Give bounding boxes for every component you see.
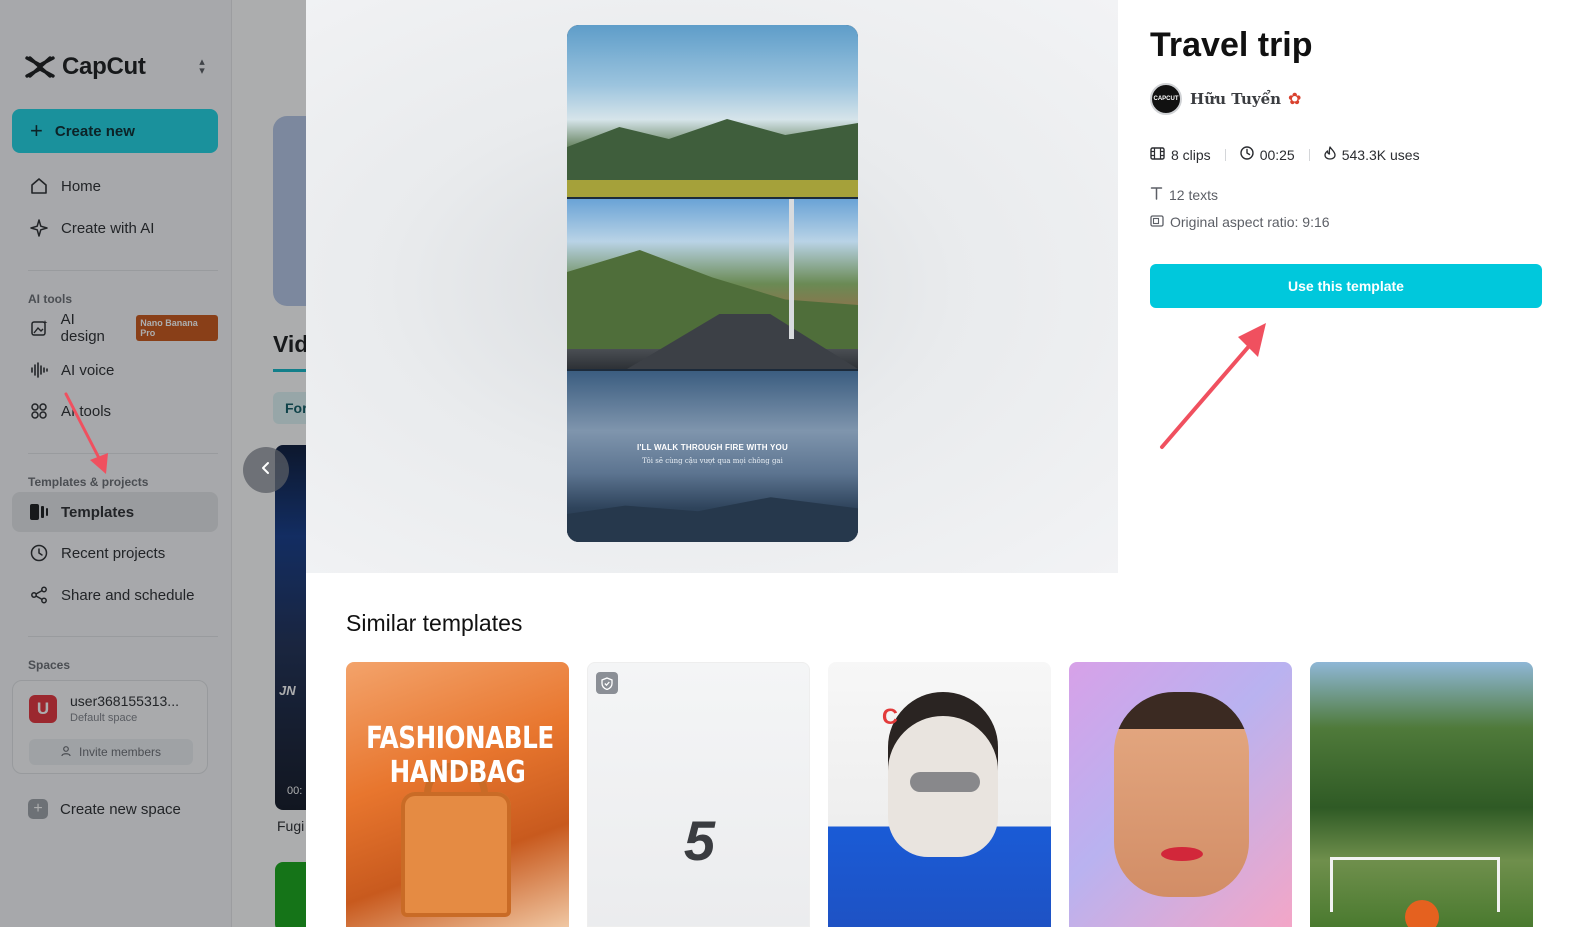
template-title: Travel trip bbox=[1150, 26, 1313, 64]
similar-template-card[interactable]: 5 bbox=[587, 662, 810, 927]
similar-template-card[interactable]: C bbox=[828, 662, 1051, 927]
duration-stat: 00:25 bbox=[1239, 146, 1295, 163]
template-stats: 8 clips 00:25 543.3K uses bbox=[1150, 146, 1420, 163]
preview-clip-sky: I'LL WALK THROUGH FIRE WITH YOU Tôi sẽ c… bbox=[567, 371, 858, 542]
previous-button[interactable] bbox=[243, 447, 289, 493]
template-preview-video[interactable]: I'LL WALK THROUGH FIRE WITH YOU Tôi sẽ c… bbox=[567, 25, 858, 542]
clock-icon bbox=[1239, 146, 1254, 163]
preview-caption-sub: Tôi sẽ cùng cậu vượt qua mọi chông gai bbox=[642, 457, 783, 465]
card-overlay-text: 5 bbox=[683, 809, 716, 872]
ball-shape bbox=[1405, 900, 1439, 927]
author-avatar[interactable]: CAPCUT bbox=[1150, 83, 1182, 115]
maple-leaf-icon: ✿ bbox=[1288, 91, 1302, 108]
aspect-ratio-row: Original aspect ratio: 9:16 bbox=[1150, 214, 1330, 230]
preview-caption-main: I'LL WALK THROUGH FIRE WITH YOU bbox=[637, 443, 788, 452]
text-icon bbox=[1150, 186, 1163, 203]
preview-clip-road bbox=[567, 199, 858, 369]
separator bbox=[1308, 148, 1310, 161]
flame-icon bbox=[1324, 146, 1336, 163]
film-icon bbox=[1150, 146, 1165, 163]
clips-stat: 8 clips bbox=[1150, 147, 1211, 163]
similar-template-card[interactable] bbox=[1069, 662, 1292, 927]
shield-icon bbox=[596, 672, 618, 694]
texts-count-row: 12 texts bbox=[1150, 186, 1218, 203]
card-overlay-text: C bbox=[882, 704, 898, 729]
uses-stat: 543.3K uses bbox=[1324, 146, 1420, 163]
use-this-template-button[interactable]: Use this template bbox=[1150, 264, 1542, 308]
duration-value: 00:25 bbox=[1259, 146, 1295, 163]
preview-area: I'LL WALK THROUGH FIRE WITH YOU Tôi sẽ c… bbox=[306, 0, 1118, 573]
aspect-ratio-value: Original aspect ratio: 9:16 bbox=[1170, 214, 1330, 230]
handbag-shape bbox=[401, 792, 511, 917]
portrait-shape bbox=[1114, 692, 1249, 897]
preview-clip-mountains bbox=[567, 25, 858, 197]
card-overlay-text: FASHIONABLE HANDBAG bbox=[366, 721, 554, 790]
similar-template-card[interactable] bbox=[1310, 662, 1533, 927]
hill-shape bbox=[567, 497, 858, 542]
similar-templates-title: Similar templates bbox=[346, 610, 523, 636]
chevron-left-icon bbox=[260, 461, 272, 480]
uses-count: 543.3K uses bbox=[1341, 146, 1420, 163]
field-shape bbox=[567, 180, 858, 197]
texts-count: 12 texts bbox=[1169, 186, 1219, 203]
sunglasses-shape bbox=[910, 772, 980, 792]
similar-template-card[interactable]: FASHIONABLE HANDBAG bbox=[346, 662, 569, 927]
lips-shape bbox=[1161, 847, 1203, 861]
author-name[interactable]: Hữu Tuyển bbox=[1190, 90, 1281, 108]
clips-count: 8 clips bbox=[1171, 146, 1211, 163]
template-detail-modal: I'LL WALK THROUGH FIRE WITH YOU Tôi sẽ c… bbox=[243, 0, 1583, 927]
aspect-ratio-icon bbox=[1150, 214, 1164, 230]
separator bbox=[1224, 148, 1226, 161]
utility-pole bbox=[789, 199, 794, 339]
